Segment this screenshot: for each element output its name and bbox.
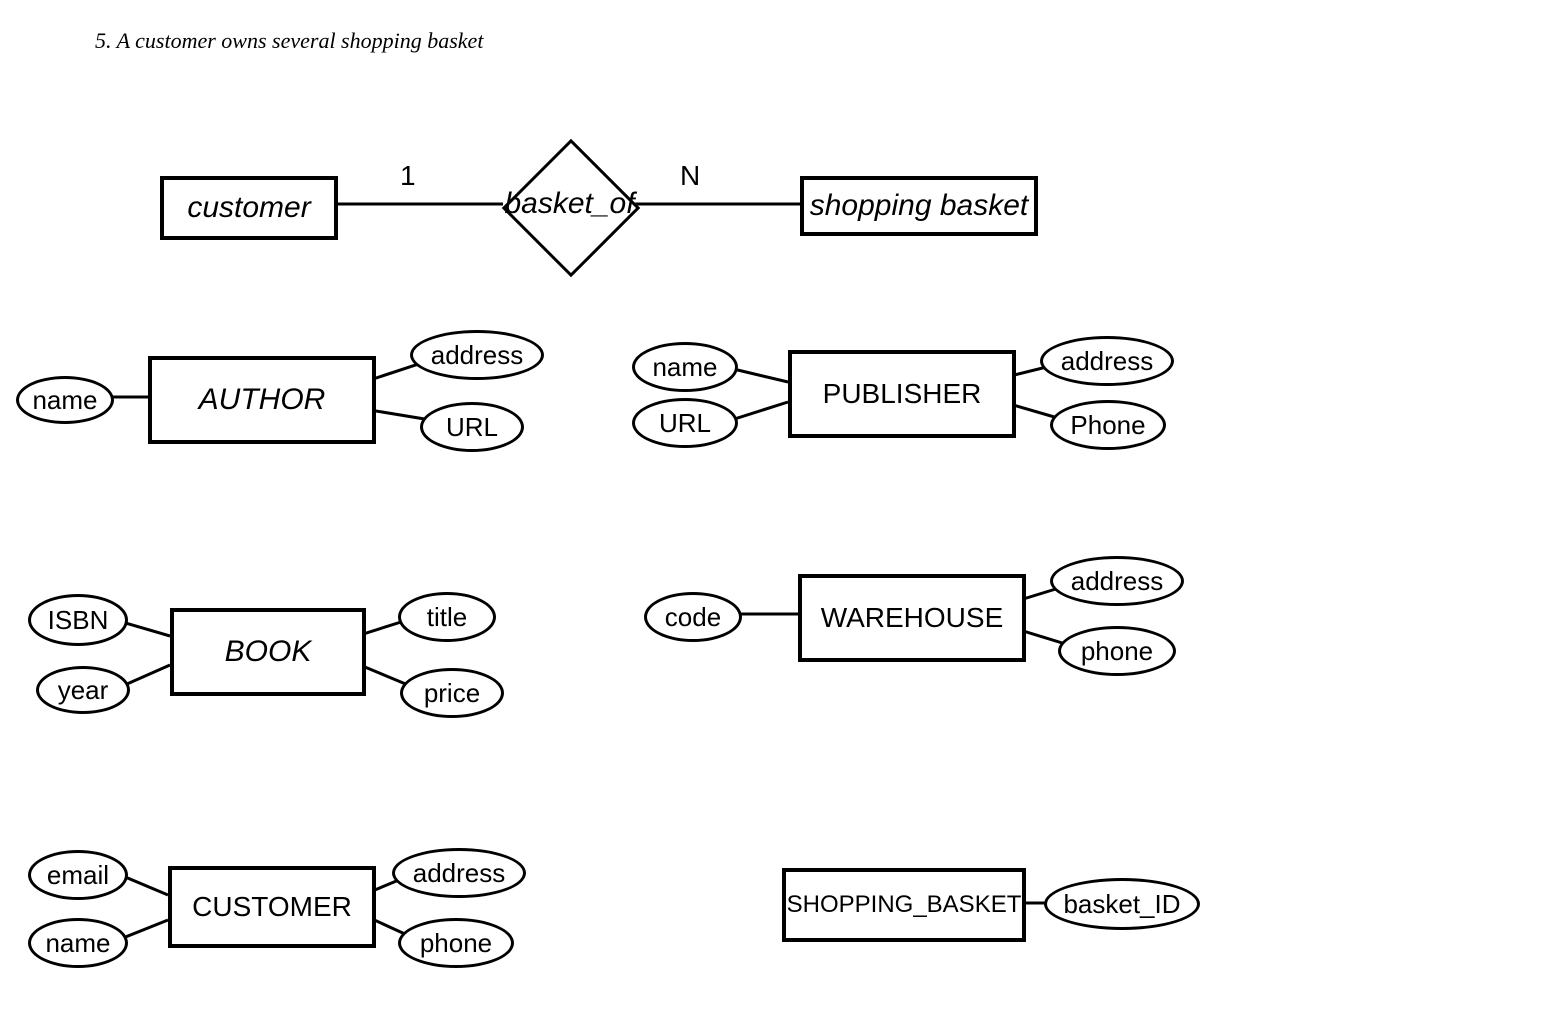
attr-wh-address: address — [1050, 556, 1184, 606]
entity-shopping-basket-rel: shopping basket — [800, 176, 1038, 236]
attr-author-url: URL — [420, 402, 524, 452]
caption-text: 5. A customer owns several shopping bask… — [95, 28, 483, 54]
cardinality-one: 1 — [400, 160, 416, 192]
attr-cust-email: email — [28, 850, 128, 900]
attr-book-isbn: ISBN — [28, 594, 128, 646]
attr-cust-name: name — [28, 918, 128, 968]
entity-publisher: PUBLISHER — [788, 350, 1016, 438]
attr-pub-address: address — [1040, 336, 1174, 386]
attr-book-title: title — [398, 592, 496, 642]
attr-pub-name: name — [632, 342, 738, 392]
attr-cust-address: address — [392, 848, 526, 898]
entity-customer-rel: customer — [160, 176, 338, 240]
relationship-label: basket_of — [504, 187, 634, 221]
entity-author: AUTHOR — [148, 356, 376, 444]
relationship-basket-of: basket_of — [472, 139, 667, 269]
attr-wh-phone: phone — [1058, 626, 1176, 676]
attr-basket-id: basket_ID — [1044, 878, 1200, 930]
attr-book-price: price — [400, 668, 504, 718]
attr-author-address: address — [410, 330, 544, 380]
attr-pub-url: URL — [632, 398, 738, 448]
entity-customer: CUSTOMER — [168, 866, 376, 948]
entity-shopping-basket: SHOPPING_BASKET — [782, 868, 1026, 942]
attr-cust-phone: phone — [398, 918, 514, 968]
attr-wh-code: code — [644, 592, 742, 642]
entity-book: BOOK — [170, 608, 366, 696]
entity-warehouse: WAREHOUSE — [798, 574, 1026, 662]
attr-pub-phone: Phone — [1050, 400, 1166, 450]
attr-author-name: name — [16, 376, 114, 424]
cardinality-n: N — [680, 160, 700, 192]
attr-book-year: year — [36, 666, 130, 714]
er-diagram-page: 5. A customer owns several shopping bask… — [0, 0, 1550, 1030]
